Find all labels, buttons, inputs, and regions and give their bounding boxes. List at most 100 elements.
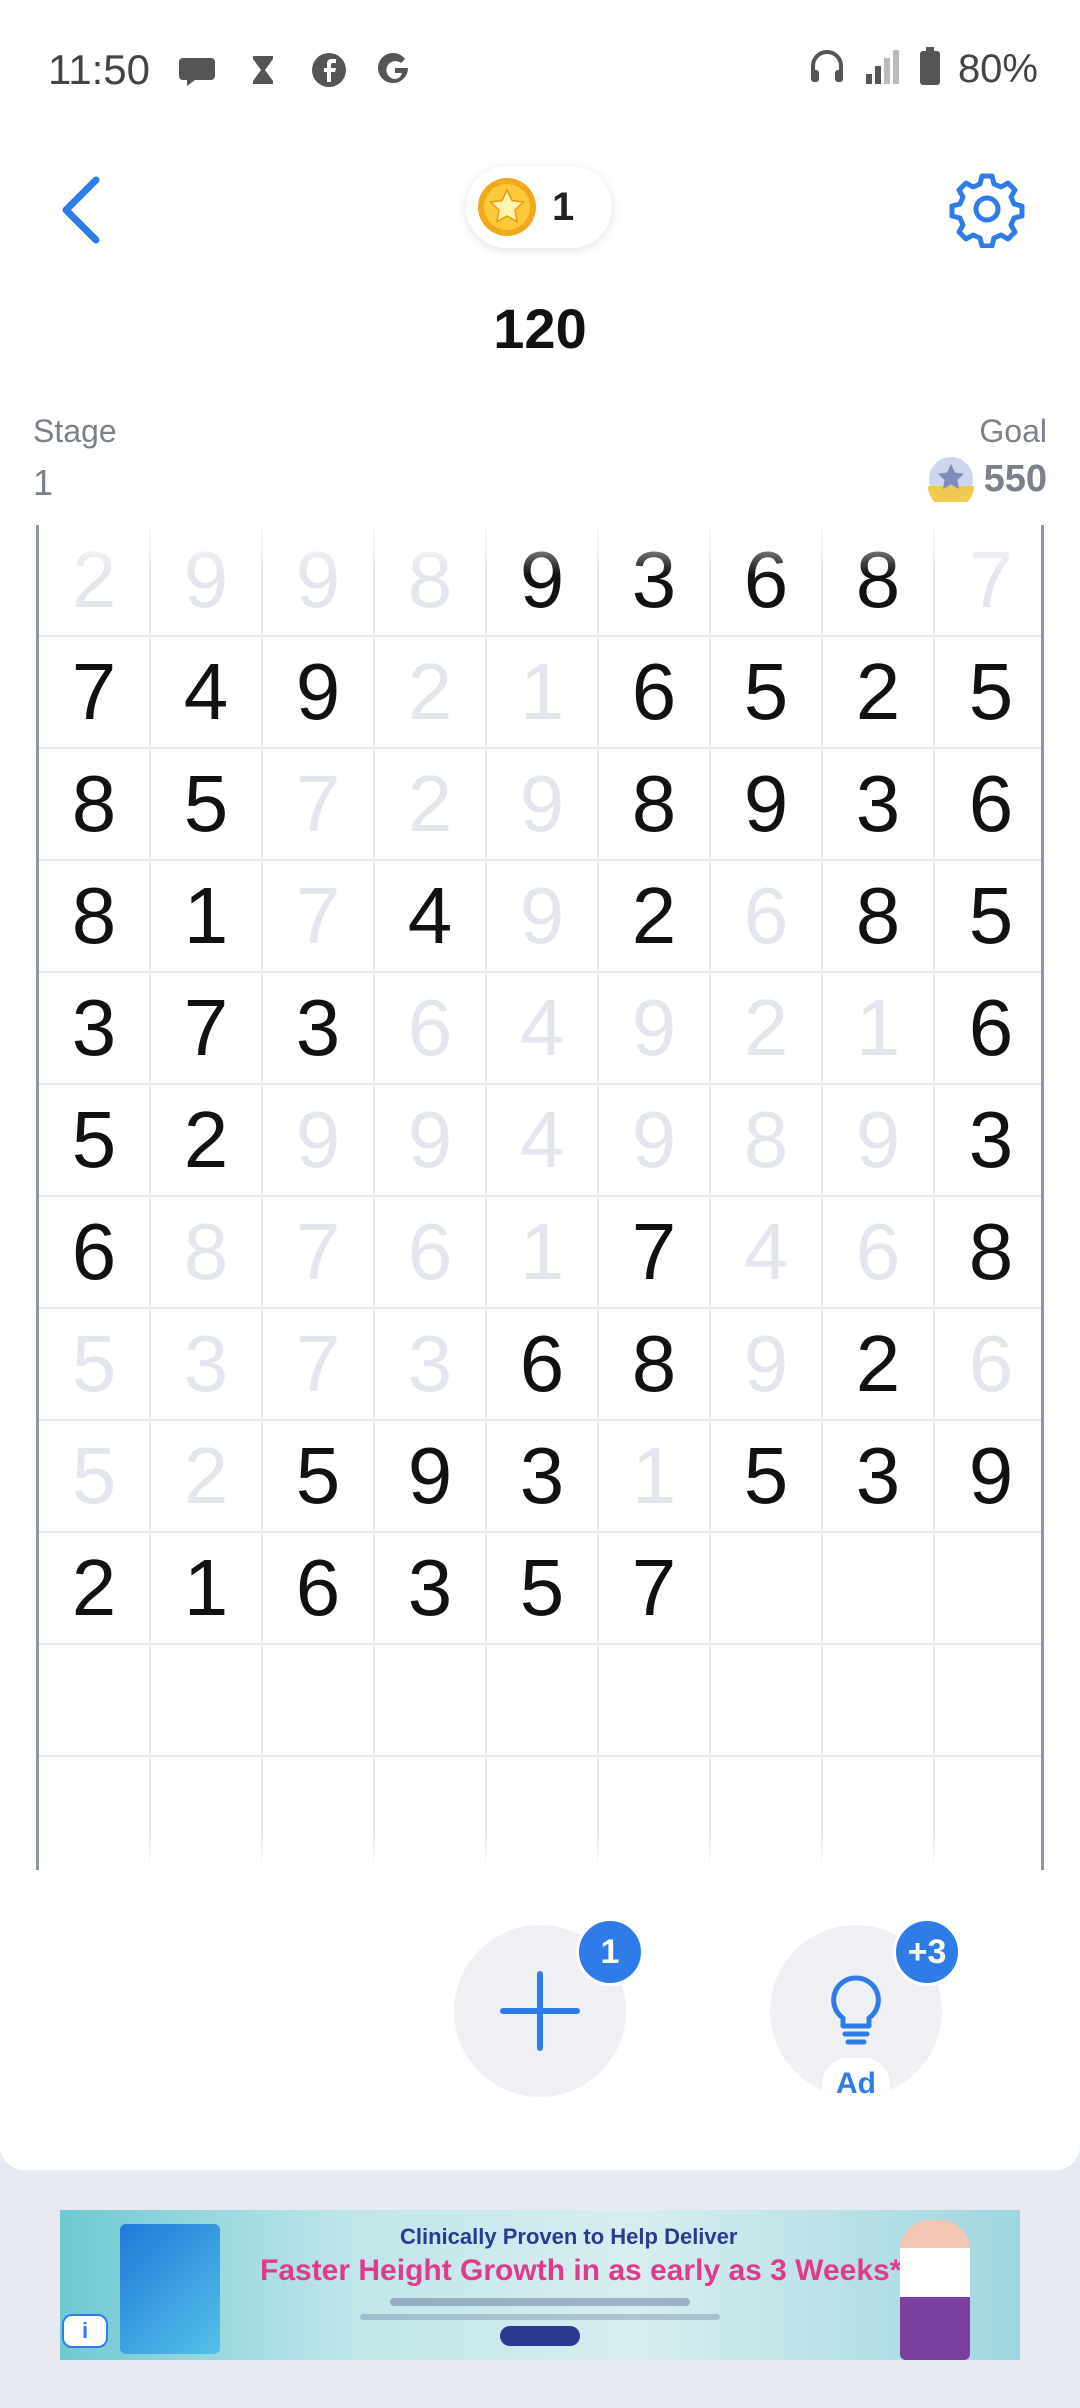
lightbulb-icon [831, 1975, 881, 2045]
number-cell[interactable]: 2 [151, 1085, 263, 1197]
banner-cta-button[interactable] [500, 2326, 580, 2346]
coin-count: 1 [552, 184, 575, 229]
number-cell[interactable]: 7 [599, 1197, 711, 1309]
number-cell[interactable]: 9 [263, 637, 375, 749]
empty-cell [711, 1533, 823, 1645]
number-cell[interactable]: 1 [151, 1533, 263, 1645]
number-cell[interactable]: 8 [823, 861, 935, 973]
status-bar: 11:50 80% [0, 0, 1080, 145]
cleared-number-cell: 9 [487, 861, 599, 973]
cleared-number-cell: 9 [375, 1085, 487, 1197]
banner-fine-print [390, 2298, 690, 2306]
number-cell[interactable]: 8 [39, 749, 151, 861]
number-cell[interactable]: 4 [151, 637, 263, 749]
number-cell[interactable]: 5 [263, 1421, 375, 1533]
number-cell[interactable]: 5 [487, 1533, 599, 1645]
add-count-badge: 1 [576, 1918, 644, 1986]
stage-value: 1 [33, 462, 54, 503]
settings-button[interactable] [948, 170, 1026, 249]
cleared-number-cell: 6 [375, 1197, 487, 1309]
number-cell[interactable]: 8 [599, 1309, 711, 1421]
score: 120 [493, 297, 587, 360]
cleared-number-cell: 4 [487, 973, 599, 1085]
number-cell[interactable]: 9 [375, 1421, 487, 1533]
number-cell[interactable]: 5 [39, 1085, 151, 1197]
number-cell[interactable]: 8 [599, 749, 711, 861]
cleared-number-cell: 9 [487, 749, 599, 861]
cleared-number-cell: 1 [823, 973, 935, 1085]
empty-cell [39, 1645, 151, 1757]
google-icon [373, 48, 417, 92]
chevron-left-icon [62, 176, 100, 244]
empty-cell [263, 1757, 375, 1869]
empty-cell [823, 1533, 935, 1645]
number-cell[interactable]: 7 [151, 973, 263, 1085]
number-cell[interactable]: 6 [599, 637, 711, 749]
banner-fine-print [360, 2314, 720, 2320]
cleared-number-cell: 9 [599, 973, 711, 1085]
number-cell[interactable]: 2 [823, 1309, 935, 1421]
number-cell[interactable]: 3 [823, 1421, 935, 1533]
number-cell[interactable]: 5 [935, 637, 1041, 749]
cleared-number-cell: 3 [375, 1309, 487, 1421]
number-cell[interactable]: 1 [151, 861, 263, 973]
notification-icons [175, 48, 417, 92]
number-cell[interactable]: 3 [375, 1533, 487, 1645]
cleared-number-cell: 9 [823, 1085, 935, 1197]
game-screen: 11:50 80% 1 120 Stage 1 Goal 550 2 9 9 8… [0, 0, 1080, 2170]
empty-cell [375, 1757, 487, 1869]
cleared-number-cell: 6 [711, 861, 823, 973]
number-cell[interactable]: 6 [487, 1309, 599, 1421]
number-cell[interactable]: 5 [711, 637, 823, 749]
number-cell[interactable]: 8 [823, 525, 935, 637]
number-cell[interactable]: 9 [711, 749, 823, 861]
number-cell[interactable]: 3 [487, 1421, 599, 1533]
number-cell[interactable]: 3 [263, 973, 375, 1085]
battery-percent: 80% [957, 47, 1038, 91]
number-cell[interactable]: 3 [823, 749, 935, 861]
number-cell[interactable]: 3 [39, 973, 151, 1085]
empty-cell [935, 1645, 1041, 1757]
number-cell[interactable]: 3 [599, 525, 711, 637]
headphones-icon [806, 46, 848, 93]
number-cell[interactable]: 6 [39, 1197, 151, 1309]
child-figure-image [900, 2220, 970, 2360]
hint-count-badge: +3 [893, 1918, 961, 1986]
number-cell[interactable]: 6 [935, 973, 1041, 1085]
number-cell[interactable]: 2 [39, 1533, 151, 1645]
number-cell[interactable]: 8 [39, 861, 151, 973]
number-cell[interactable]: 6 [711, 525, 823, 637]
cleared-number-cell: 2 [151, 1421, 263, 1533]
empty-cell [935, 1533, 1041, 1645]
number-grid: 2998936877492165258572989368174926853736… [39, 525, 1041, 1869]
number-cell[interactable]: 4 [375, 861, 487, 973]
number-cell[interactable]: 6 [263, 1533, 375, 1645]
cleared-number-cell: 5 [39, 1309, 151, 1421]
cleared-number-cell: 9 [263, 1085, 375, 1197]
number-cell[interactable]: 5 [151, 749, 263, 861]
number-cell[interactable]: 6 [935, 749, 1041, 861]
cleared-number-cell: 1 [487, 637, 599, 749]
number-cell[interactable]: 2 [823, 637, 935, 749]
number-cell[interactable]: 7 [39, 637, 151, 749]
number-cell[interactable]: 5 [711, 1421, 823, 1533]
empty-cell [823, 1757, 935, 1869]
banner-ad[interactable]: Clinically Proven to Help Deliver Faster… [60, 2210, 1020, 2360]
empty-cell [711, 1757, 823, 1869]
ad-info-icon[interactable]: i [62, 2314, 108, 2348]
number-cell[interactable]: 8 [935, 1197, 1041, 1309]
number-cell[interactable]: 7 [599, 1533, 711, 1645]
stage-label: Stage [33, 413, 117, 449]
number-cell[interactable]: 9 [935, 1421, 1041, 1533]
number-cell[interactable]: 5 [935, 861, 1041, 973]
back-button[interactable] [52, 170, 112, 250]
cleared-number-cell: 8 [375, 525, 487, 637]
number-cell[interactable]: 9 [487, 525, 599, 637]
goal-label: Goal [979, 413, 1047, 449]
goal-star-icon [927, 457, 974, 502]
number-cell[interactable]: 2 [599, 861, 711, 973]
status-time: 11:50 [48, 46, 150, 93]
number-cell[interactable]: 3 [935, 1085, 1041, 1197]
coin-counter: 1 [466, 166, 612, 248]
cleared-number-cell: 1 [599, 1421, 711, 1533]
